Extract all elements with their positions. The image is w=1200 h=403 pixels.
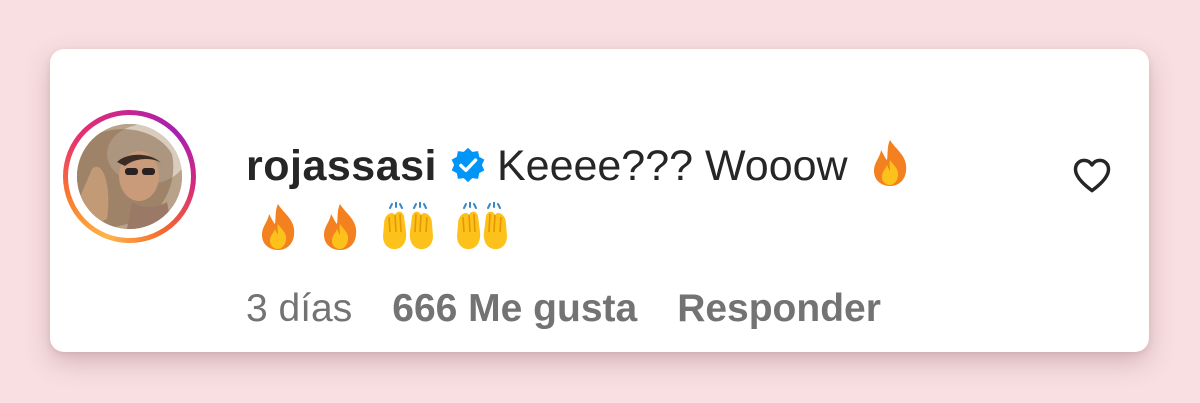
comment-time[interactable]: 3 días	[246, 287, 352, 331]
like-count[interactable]: 666 Me gusta	[392, 287, 637, 331]
fire-emoji	[873, 140, 906, 186]
comment-body: rojassasi Keeee??? Wooow	[246, 134, 1006, 262]
raising-hands-emoji	[457, 202, 507, 250]
comment-card: rojassasi Keeee??? Wooow 3 días 666 Me g…	[50, 49, 1149, 352]
verified-badge-icon	[451, 147, 485, 183]
like-button[interactable]	[1070, 153, 1114, 197]
fire-emoji	[262, 204, 295, 250]
raising-hands-emoji	[383, 202, 433, 250]
avatar[interactable]	[77, 124, 182, 229]
avatar-story-ring[interactable]	[63, 110, 196, 243]
comment-meta: 3 días 666 Me gusta Responder	[246, 287, 881, 331]
reply-button[interactable]: Responder	[677, 287, 881, 331]
avatar-photo	[77, 124, 182, 229]
emoji-row	[256, 202, 528, 254]
comment-text: Keeee??? Wooow	[496, 142, 848, 190]
heart-outline-icon	[1073, 158, 1111, 193]
comment-username[interactable]: rojassasi	[246, 142, 437, 190]
fire-emoji	[324, 204, 357, 250]
